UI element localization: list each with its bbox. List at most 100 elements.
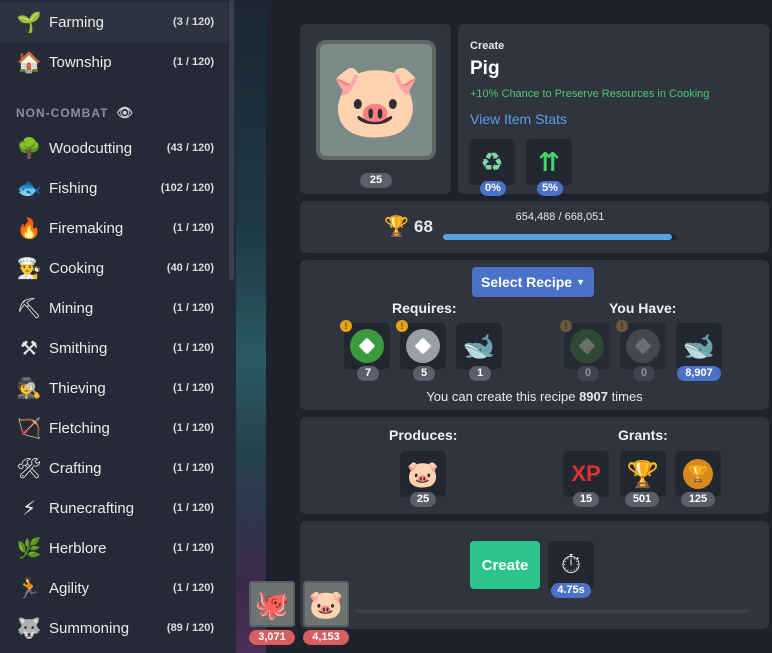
sidebar-item-label: Runecrafting [49,499,135,517]
summon-qty-1: 3,071 [249,630,295,645]
sidebar-scrollbar[interactable] [229,0,234,280]
caret-down-icon: ▼ [576,277,585,287]
sidebar-item-label: Summoning [49,619,130,637]
sidebar-item-label: Woodcutting [49,139,133,157]
double-chance-badge: 5% [537,181,563,196]
xp-grant-qty: 15 [573,492,599,507]
sidebar-item-cooking[interactable]: 👨‍🍳 Cooking (40 / 120) [0,248,228,288]
sidebar-item-label: Firemaking [49,219,124,237]
silver-gem-icon [406,329,440,363]
sidebar-item-count: (102 / 120) [160,182,214,194]
sidebar-item-mining[interactable]: ⛏ Mining (1 / 120) [0,288,228,328]
create-caption: Create [470,40,505,52]
sidebar-item-label: Herblore [49,539,107,557]
coin-icon: ! [616,320,628,332]
summon-qty-2: 4,153 [303,630,349,645]
owned-tile-2[interactable] [620,323,666,369]
create-button[interactable]: Create [470,541,540,589]
sidebar-item-agility[interactable]: 🏃 Agility (1 / 120) [0,568,228,608]
sidebar-item-count: (3 / 120) [173,16,214,28]
mastery-xp-grant-tile[interactable]: 🏆 [620,451,666,497]
sidebar-item-count: (1 / 120) [173,502,214,514]
coin-icon: ! [340,320,352,332]
item-bonus-text: +10% Chance to Preserve Resources in Coo… [470,88,710,100]
background-scenery [236,0,266,653]
sidebar-item-count: (1 / 120) [173,462,214,474]
octopus-icon: 🐙 [254,588,290,620]
sidebar-item-count: (43 / 120) [166,142,214,154]
cooking-panel: 🐷 25 Create Pig +10% Chance to Preserve … [266,0,772,653]
bow-arrow-icon: 🏹 [16,417,42,440]
sidebar-item-count: (1 / 120) [173,422,214,434]
item-image-card: 🐷 25 [300,24,451,194]
thief-icon: 🕵 [16,377,42,400]
mastery-xp-grant-qty: 501 [625,492,659,507]
requirement-tile-1[interactable] [344,323,390,369]
green-gem-icon [570,329,604,363]
sidebar-item-count: (1 / 120) [173,382,214,394]
sidebar-item-firemaking[interactable]: 🔥 Firemaking (1 / 120) [0,208,228,248]
silver-gem-icon [626,329,660,363]
sidebar-item-count: (1 / 120) [173,542,214,554]
requirement-tile-2[interactable] [400,323,446,369]
select-recipe-label: Select Recipe [481,274,573,290]
sidebar: 🌱 Farming (3 / 120) 🏠 Township (1 / 120)… [0,0,236,653]
action-time-badge: 4.75s [551,583,591,598]
eye-icon[interactable]: 👁 [116,105,134,121]
view-item-stats-link[interactable]: View Item Stats [470,111,567,127]
requirement-tile-3[interactable]: 🐋 [456,323,502,369]
split-arrow-icon: ⇈ [538,146,560,177]
mastery-level: 68 [414,217,433,236]
stopwatch-icon: ⏱ [560,549,582,579]
preserve-chance-tile[interactable]: ♻ [469,139,515,185]
sidebar-item-count: (1 / 120) [173,222,214,234]
sidebar-item-label: Agility [49,579,90,597]
summon-slot-2[interactable]: 🐷 [303,581,349,627]
requires-label: Requires: [392,300,457,316]
pig-icon: 🐷 [308,588,344,620]
sidebar-item-herblore[interactable]: 🌿 Herblore (1 / 120) [0,528,228,568]
sprout-icon: 🌱 [16,11,42,34]
requirement-qty-1: 7 [357,366,379,381]
sidebar-item-smithing[interactable]: ⚒ Smithing (1 / 120) [0,328,228,368]
leaf-icon: 🌿 [16,537,42,560]
produced-item-tile[interactable]: 🐷 [400,451,446,497]
pig-icon: 🐷 [316,40,436,160]
requirement-qty-2: 5 [413,366,435,381]
can-create-prefix: You can create this recipe [426,389,576,404]
owned-tile-3[interactable]: 🐋 [676,323,722,369]
owned-tile-1[interactable] [564,323,610,369]
produces-grants-card: Produces: Grants: 🐷 25 XP 15 🏆 501 🏆 125 [300,417,769,514]
sidebar-item-crafting[interactable]: 🛠 Crafting (1 / 120) [0,448,228,488]
recycle-icon: ♻ [480,146,504,177]
sidebar-item-township[interactable]: 🏠 Township (1 / 120) [0,42,228,82]
double-chance-tile[interactable]: ⇈ [526,139,572,185]
sidebar-item-fletching[interactable]: 🏹 Fletching (1 / 120) [0,408,228,448]
pool-xp-grant-qty: 125 [681,492,715,507]
sidebar-item-woodcutting[interactable]: 🌳 Woodcutting (43 / 120) [0,128,228,168]
sidebar-item-count: (1 / 120) [173,302,214,314]
timer-tile: ⏱ [548,541,594,589]
produced-qty: 25 [410,492,436,507]
chef-hat-icon: 👨‍🍳 [16,257,42,280]
owned-qty-3: 8,907 [677,366,721,381]
section-header-non-combat: NON-COMBAT 👁 [16,105,134,121]
item-quantity-badge: 25 [360,173,392,188]
sidebar-item-summoning[interactable]: 🐺 Summoning (89 / 120) [0,608,228,648]
summon-slot-1[interactable]: 🐙 [249,581,295,627]
produces-label: Produces: [389,427,458,443]
sidebar-item-count: (89 / 120) [166,622,214,634]
sidebar-item-fishing[interactable]: 🐟 Fishing (102 / 120) [0,168,228,208]
sidebar-item-count: (1 / 120) [173,56,214,68]
select-recipe-button[interactable]: Select Recipe ▼ [472,267,594,297]
trophy-icon: 🏆 [384,216,409,238]
sidebar-item-count: (1 / 120) [173,342,214,354]
sidebar-item-farming[interactable]: 🌱 Farming (3 / 120) [0,2,228,42]
mastery-xp-text: 654,488 / 668,051 [515,211,605,223]
sidebar-item-thieving[interactable]: 🕵 Thieving (1 / 120) [0,368,228,408]
sidebar-item-runecrafting[interactable]: ⚡ Runecrafting (1 / 120) [0,488,228,528]
sidebar-item-label: Mining [49,299,94,317]
pool-xp-grant-tile[interactable]: 🏆 [675,451,721,497]
xp-grant-tile[interactable]: XP [563,451,609,497]
owned-qty-1: 0 [577,366,599,381]
